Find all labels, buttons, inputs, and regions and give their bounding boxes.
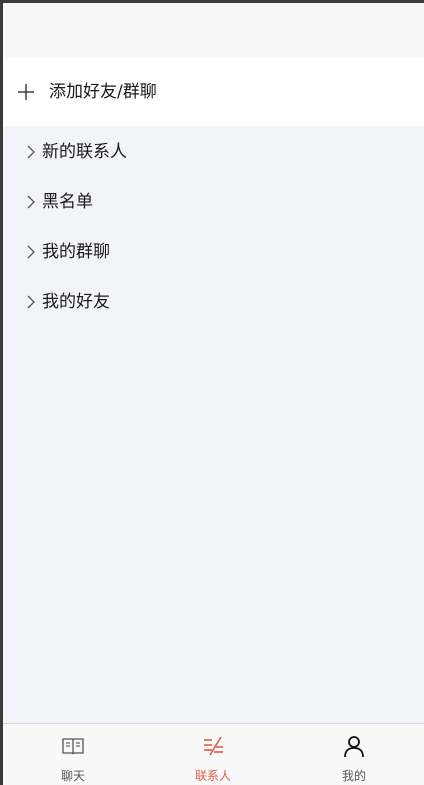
contact-item-new-contacts[interactable]: 新的联系人 (3, 127, 424, 177)
app-window: 添加好友/群聊 新的联系人 黑名单 我的群聊 我的好友 聊天 联系人 我的 (3, 3, 424, 785)
tab-bar: 聊天 联系人 我的 (3, 723, 424, 785)
tab-me[interactable]: 我的 (284, 724, 424, 785)
tab-label: 聊天 (60, 769, 85, 783)
contact-item-label: 新的联系人 (42, 142, 127, 162)
contact-list: 新的联系人 黑名单 我的群聊 我的好友 (3, 127, 424, 327)
chevron-right-icon (27, 245, 35, 259)
book-icon (62, 738, 84, 755)
chevron-right-icon (27, 145, 35, 159)
contact-item-label: 我的群聊 (42, 242, 110, 262)
contacts-icon (204, 736, 223, 756)
tab-contacts[interactable]: 联系人 (143, 724, 283, 785)
contact-item-my-friends[interactable]: 我的好友 (3, 277, 424, 327)
plus-icon (18, 84, 34, 100)
contact-item-label: 我的好友 (42, 292, 110, 312)
contact-item-label: 黑名单 (42, 192, 93, 212)
tab-label: 我的 (341, 769, 366, 783)
add-friend-group-label: 添加好友/群聊 (49, 82, 157, 102)
chevron-right-icon (27, 295, 35, 309)
tab-label: 联系人 (194, 769, 231, 783)
contact-item-my-groups[interactable]: 我的群聊 (3, 227, 424, 277)
add-friend-group-button[interactable]: 添加好友/群聊 (3, 58, 424, 126)
chevron-right-icon (27, 195, 35, 209)
tab-chat[interactable]: 聊天 (3, 724, 143, 785)
user-icon (344, 736, 364, 758)
status-bar (3, 3, 424, 58)
contact-item-blacklist[interactable]: 黑名单 (3, 177, 424, 227)
